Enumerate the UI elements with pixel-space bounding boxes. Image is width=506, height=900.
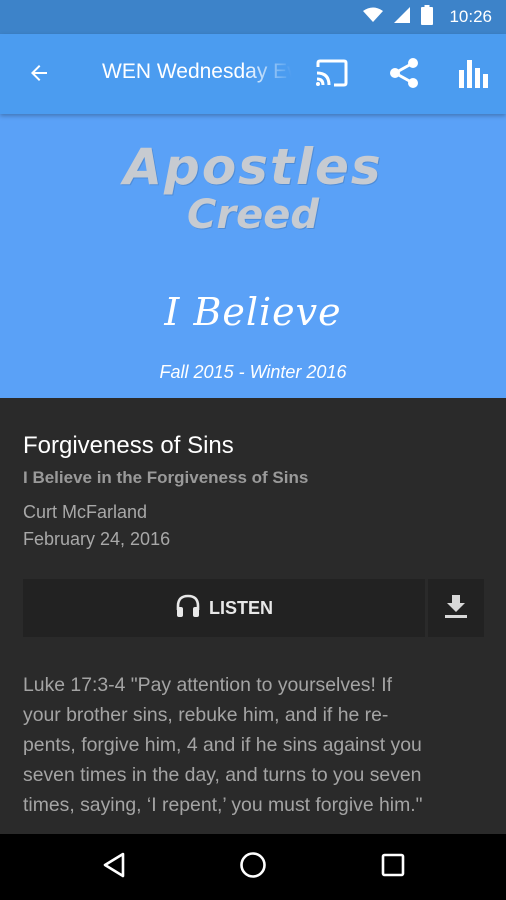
passage-line: your brother sins, rebuke him, and if he…	[23, 704, 389, 726]
artwork-title-line1: Apostles	[123, 138, 383, 196]
battery-icon	[421, 4, 434, 30]
circle-home-icon	[239, 851, 267, 884]
download-icon	[443, 593, 469, 624]
passage-line: times, saying, ‘I repent,’ you must forg…	[23, 794, 423, 816]
action-bar: LISTEN	[23, 579, 484, 637]
triangle-back-icon	[102, 852, 126, 883]
status-icons: 10:26	[363, 4, 492, 30]
passage-line: Luke 17:3-4 "Pay attention to yourselves…	[23, 674, 393, 696]
listen-button[interactable]: LISTEN	[23, 579, 425, 637]
toolbar-title: WEN Wednesday Evening	[102, 60, 292, 83]
artwork-season: Fall 2015 - Winter 2016	[159, 362, 347, 382]
back-button[interactable]	[22, 58, 56, 92]
sermon-date: February 24, 2016	[23, 529, 171, 549]
equalizer-icon	[458, 58, 490, 93]
nav-back-button[interactable]	[94, 847, 134, 887]
status-time: 10:26	[449, 7, 492, 26]
system-nav-bar	[0, 834, 506, 900]
signal-icon	[393, 6, 411, 29]
cast-icon	[315, 59, 349, 92]
artwork-title-line2: Creed	[187, 192, 319, 238]
passage-line: pents, forgive him, 4 and if he sins aga…	[23, 734, 422, 756]
equalizer-button[interactable]	[455, 56, 493, 94]
sermon-speaker: Curt McFarland	[23, 502, 148, 522]
download-button[interactable]	[428, 579, 484, 637]
cast-button[interactable]	[313, 56, 351, 94]
arrow-back-icon	[27, 61, 51, 90]
artwork-tagline: I Believe	[164, 290, 342, 334]
headphones-icon	[175, 594, 201, 623]
square-recents-icon	[381, 853, 405, 882]
wifi-icon	[363, 7, 384, 28]
status-bar: 10:26	[0, 0, 506, 34]
sermon-subtitle: I Believe in the Forgiveness of Sins	[23, 468, 309, 487]
listen-label: LISTEN	[208, 597, 273, 618]
series-artwork: Apostles Creed I Believe Fall 2015 - Win…	[0, 114, 506, 398]
share-button[interactable]	[385, 56, 423, 94]
app-toolbar: WEN Wednesday Evening	[0, 34, 506, 114]
scripture-passage: Luke 17:3-4 "Pay attention to yourselves…	[23, 670, 489, 820]
nav-home-button[interactable]	[233, 847, 273, 887]
passage-line: seven times in the day, and turns to you…	[23, 764, 422, 786]
share-icon	[387, 56, 421, 95]
sermon-title: Forgiveness of Sins	[23, 432, 234, 459]
nav-recents-button[interactable]	[373, 847, 413, 887]
sermon-details: Forgiveness of Sins I Believe in the For…	[0, 398, 506, 834]
